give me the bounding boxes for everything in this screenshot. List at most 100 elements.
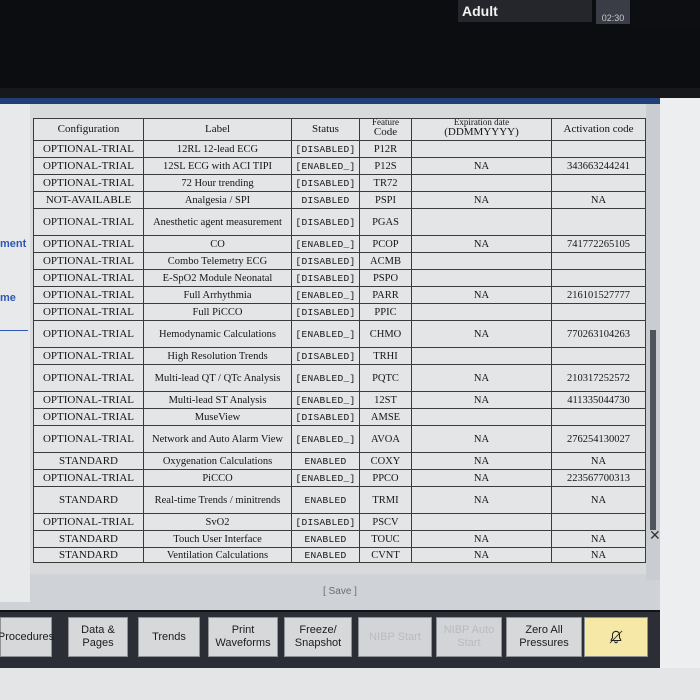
cell-expiration <box>411 347 552 365</box>
cell-configuration: OPTIONAL-TRIAL <box>33 140 144 158</box>
cell-status: [ENABLED_] <box>291 425 360 453</box>
cell-activation: 343663244241 <box>551 157 646 175</box>
cell-configuration: NOT-AVAILABLE <box>33 191 144 209</box>
cell-status: ENABLED <box>291 547 360 563</box>
table-row[interactable]: STANDARD Ventilation Calculations ENABLED C… <box>33 547 646 563</box>
table-row[interactable]: OPTIONAL-TRIAL PiCCO [ENABLED_] PPCO NA 22356… <box>33 469 646 487</box>
cell-expiration <box>411 303 552 321</box>
cell-feature-code: PSPI <box>359 191 412 209</box>
softkey-label: Procedures <box>0 630 55 643</box>
procedures-button[interactable]: Procedures <box>0 617 55 657</box>
cell-activation <box>551 303 646 321</box>
table-row[interactable]: OPTIONAL-TRIAL Full PiCCO [DISABLED] PPIC <box>33 303 646 321</box>
softkey-label: NIBP Auto Start <box>443 624 495 649</box>
trends-button[interactable]: Trends <box>138 617 200 657</box>
column-header-configuration: Configuration <box>33 118 144 141</box>
table-row[interactable]: OPTIONAL-TRIAL High Resolution Trends [DIS… <box>33 347 646 365</box>
cell-label: E-SpO2 Module Neonatal <box>143 269 292 287</box>
nibp-start-button[interactable]: NIBP Start <box>358 617 432 657</box>
cell-configuration: OPTIONAL-TRIAL <box>33 157 144 175</box>
cell-expiration: NA <box>411 391 552 409</box>
table-row[interactable]: OPTIONAL-TRIAL Full Arrhythmia [ENABLED_] P… <box>33 286 646 304</box>
cell-activation: NA <box>551 547 646 563</box>
cell-feature-code: PARR <box>359 286 412 304</box>
cell-status: DISABLED <box>291 191 360 209</box>
cell-expiration: NA <box>411 530 552 548</box>
cell-label: MuseView <box>143 408 292 426</box>
column-header-expiration-bottom: (DDMMYYYY) <box>444 125 519 138</box>
cell-expiration: NA <box>411 235 552 253</box>
cell-label: 72 Hour trending <box>143 174 292 192</box>
table-row[interactable]: OPTIONAL-TRIAL Multi-lead QT / QTc Analys… <box>33 364 646 392</box>
left-menu-pane: ment me <box>0 104 30 602</box>
table-row[interactable]: STANDARD Oxygenation Calculations ENABLED C… <box>33 452 646 470</box>
table-row[interactable]: OPTIONAL-TRIAL 72 Hour trending [DISABLED]… <box>33 174 646 192</box>
cell-configuration: OPTIONAL-TRIAL <box>33 469 144 487</box>
cell-configuration: OPTIONAL-TRIAL <box>33 286 144 304</box>
cell-status: [DISABLED] <box>291 140 360 158</box>
zero-all-pressures-button[interactable]: Zero All Pressures <box>506 617 582 657</box>
table-row[interactable]: OPTIONAL-TRIAL Anesthetic agent measureme… <box>33 208 646 236</box>
close-icon[interactable]: ✕ <box>649 528 661 544</box>
left-menu-divider <box>0 330 28 331</box>
cell-status: [DISABLED] <box>291 303 360 321</box>
cell-activation: NA <box>551 486 646 514</box>
cell-feature-code: PSPO <box>359 269 412 287</box>
cell-configuration: OPTIONAL-TRIAL <box>33 208 144 236</box>
table-row[interactable]: OPTIONAL-TRIAL Combo Telemetry ECG [DISABL… <box>33 252 646 270</box>
print-waveforms-button[interactable]: Print Waveforms <box>208 617 278 657</box>
cell-label: Combo Telemetry ECG <box>143 252 292 270</box>
cell-status: [DISABLED] <box>291 347 360 365</box>
cell-feature-code: PGAS <box>359 208 412 236</box>
patient-type-label[interactable]: Adult <box>458 0 592 22</box>
table-row[interactable]: OPTIONAL-TRIAL SvO2 [DISABLED] PSCV <box>33 513 646 531</box>
cell-label: High Resolution Trends <box>143 347 292 365</box>
cell-activation: 223567700313 <box>551 469 646 487</box>
cell-status: [ENABLED_] <box>291 364 360 392</box>
cell-label: Ventilation Calculations <box>143 547 292 563</box>
cell-feature-code: COXY <box>359 452 412 470</box>
softkey-label: NIBP Start <box>369 630 421 643</box>
table-row[interactable]: OPTIONAL-TRIAL E-SpO2 Module Neonatal [DIS… <box>33 269 646 287</box>
table-row[interactable]: STANDARD Real-time Trends / minitrends ENA… <box>33 486 646 514</box>
nibp-auto-start-button[interactable]: NIBP Auto Start <box>436 617 502 657</box>
cell-feature-code: AMSE <box>359 408 412 426</box>
table-row[interactable]: OPTIONAL-TRIAL Multi-lead ST Analysis [ENA… <box>33 391 646 409</box>
table-row[interactable]: OPTIONAL-TRIAL Network and Auto Alarm Vie… <box>33 425 646 453</box>
cell-activation: NA <box>551 191 646 209</box>
softkey-label: Trends <box>152 630 186 643</box>
data-and-pages-button[interactable]: Data & Pages <box>68 617 128 657</box>
scrollbar-thumb[interactable] <box>650 330 656 530</box>
table-row[interactable]: OPTIONAL-TRIAL 12RL 12-lead ECG [DISABLED]… <box>33 140 646 158</box>
cell-label: Full Arrhythmia <box>143 286 292 304</box>
cell-configuration: OPTIONAL-TRIAL <box>33 303 144 321</box>
cell-status: ENABLED <box>291 452 360 470</box>
table-row[interactable]: OPTIONAL-TRIAL Hemodynamic Calculations [E… <box>33 320 646 348</box>
softkey-label: Data & Pages <box>81 624 115 649</box>
cell-feature-code: PPIC <box>359 303 412 321</box>
table-row[interactable]: OPTIONAL-TRIAL MuseView [DISABLED] AMSE <box>33 408 646 426</box>
cell-expiration <box>411 140 552 158</box>
table-row[interactable]: OPTIONAL-TRIAL 12SL ECG with ACI TIPI [ENA… <box>33 157 646 175</box>
cell-feature-code: PSCV <box>359 513 412 531</box>
cell-feature-code: CHMO <box>359 320 412 348</box>
cell-feature-code: PCOP <box>359 235 412 253</box>
alarm-bell-icon <box>609 630 623 644</box>
freeze-snapshot-button[interactable]: Freeze/ Snapshot <box>284 617 352 657</box>
alarm-silence-button[interactable] <box>584 617 648 657</box>
cell-activation <box>551 513 646 531</box>
cell-activation <box>551 174 646 192</box>
cell-activation: 411335044730 <box>551 391 646 409</box>
cell-activation <box>551 347 646 365</box>
left-menu-item[interactable]: me <box>0 292 16 304</box>
cell-status: [DISABLED] <box>291 408 360 426</box>
left-menu-item[interactable]: ment <box>0 238 26 250</box>
save-button[interactable]: [ Save ] <box>305 585 375 599</box>
waveform-area <box>0 0 700 88</box>
cell-label: CO <box>143 235 292 253</box>
cell-configuration: OPTIONAL-TRIAL <box>33 320 144 348</box>
table-row[interactable]: NOT-AVAILABLE Analgesia / SPI DISABLED PSPI… <box>33 191 646 209</box>
table-row[interactable]: OPTIONAL-TRIAL CO [ENABLED_] PCOP NA 74177226… <box>33 235 646 253</box>
table-row[interactable]: STANDARD Touch User Interface ENABLED TOUC N… <box>33 530 646 548</box>
monitor-bezel-right <box>660 98 700 668</box>
